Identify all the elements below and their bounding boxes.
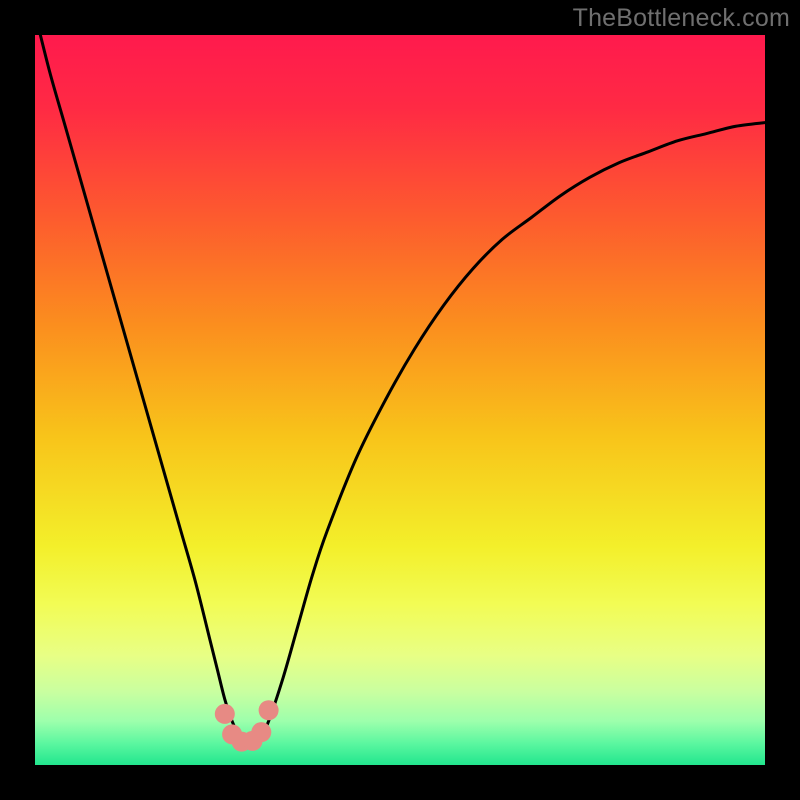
attribution-text: TheBottleneck.com xyxy=(573,4,790,33)
chart-frame: TheBottleneck.com xyxy=(0,0,800,800)
curve-marker xyxy=(251,722,271,742)
curve-marker xyxy=(215,704,235,724)
plot-svg xyxy=(35,35,765,765)
plot-area xyxy=(35,35,765,765)
curve-marker xyxy=(259,700,279,720)
